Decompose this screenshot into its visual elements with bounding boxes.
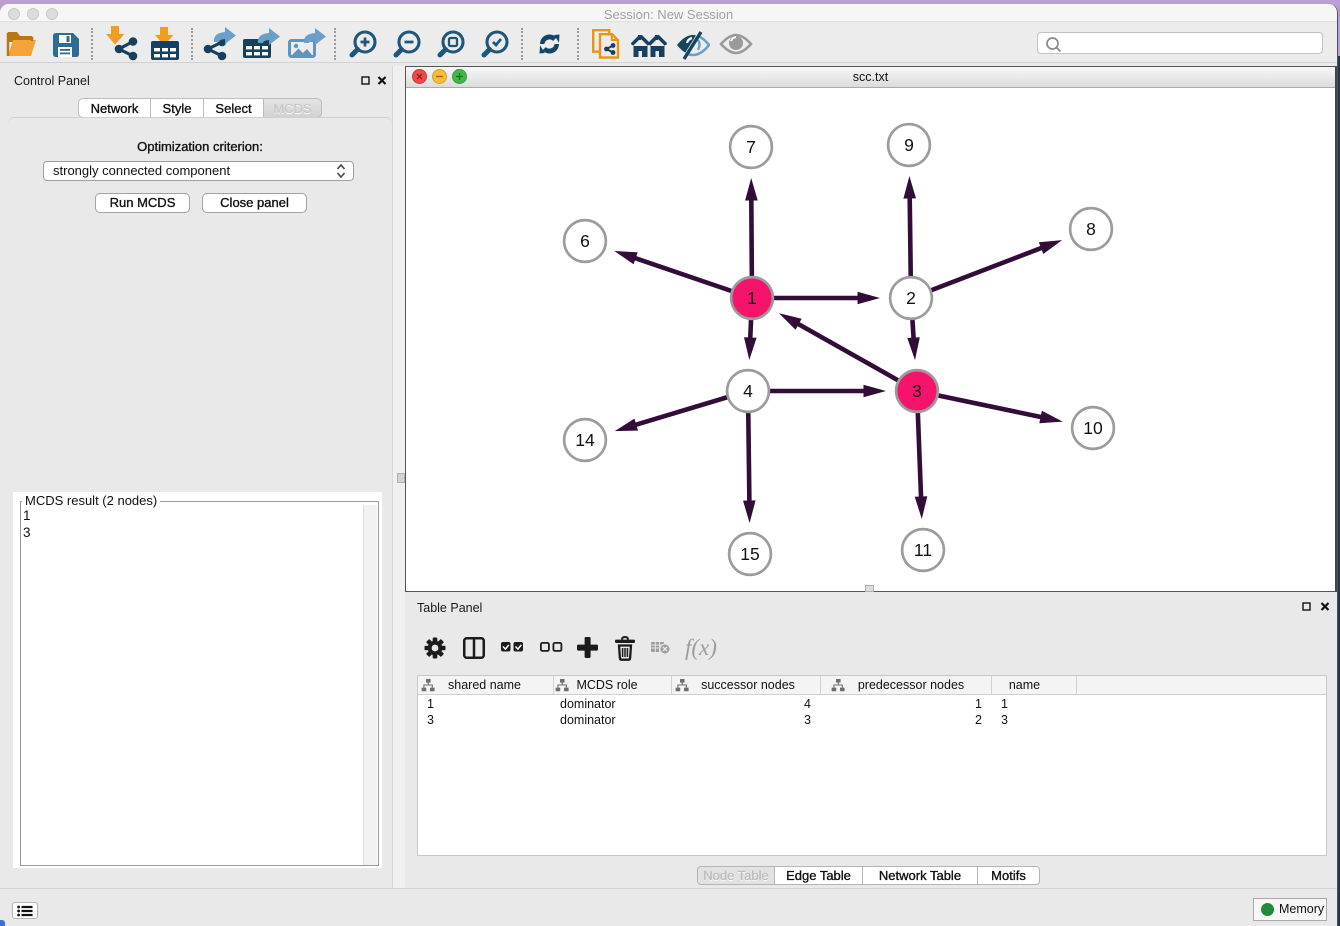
svg-text:11: 11 — [914, 540, 932, 560]
svg-text:10: 10 — [1083, 418, 1103, 438]
svg-text:8: 8 — [1086, 219, 1096, 239]
svg-text:4: 4 — [743, 381, 753, 401]
svg-text:6: 6 — [580, 231, 590, 251]
svg-text:7: 7 — [746, 137, 756, 157]
svg-text:3: 3 — [912, 381, 922, 401]
svg-text:14: 14 — [575, 430, 595, 450]
svg-text:9: 9 — [904, 135, 914, 155]
svg-text:1: 1 — [747, 288, 757, 308]
svg-text:2: 2 — [906, 288, 916, 308]
svg-text:15: 15 — [740, 544, 759, 564]
svg-text:f(x): f(x) — [685, 635, 717, 660]
